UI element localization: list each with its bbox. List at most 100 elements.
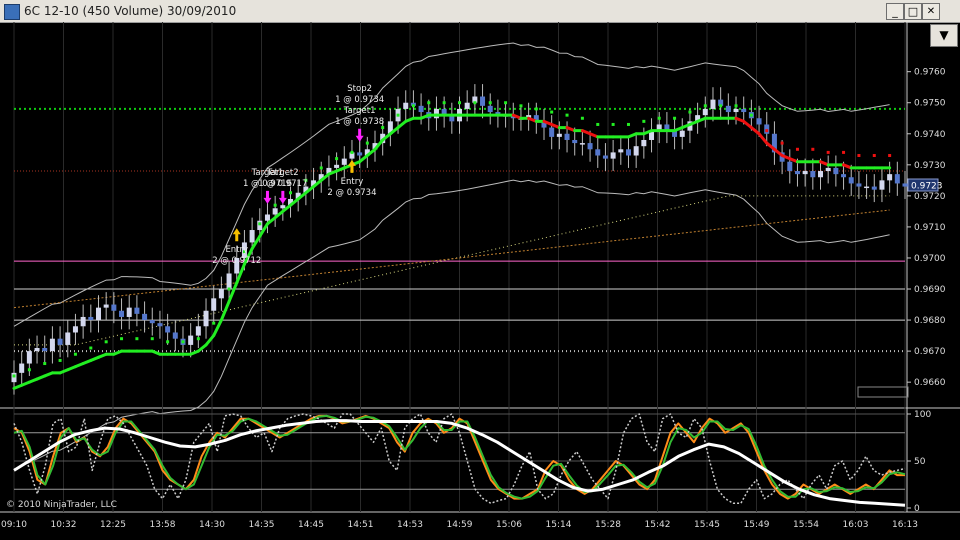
candle-body [19,363,25,373]
maximize-button[interactable]: □ [904,3,922,20]
chart-area[interactable]: 09:10 10:32 12:25 13:58 14:30 14:35 14:45 14:51… [0,22,960,540]
candle-body [487,105,493,113]
trailing-stop-dot [365,141,369,145]
candle-body [787,161,793,172]
candle-body [679,130,685,137]
x-tick-label: 14:53 [397,520,423,530]
trailing-stop-dot [642,119,646,123]
y-tick-label: 0.9660 [914,378,946,388]
trailing-stop-dot [550,110,554,114]
candle-body [334,164,340,168]
trailing-stop-dot [335,157,339,161]
trailing-stop-dot [734,104,738,108]
moving-average-segment [219,299,231,322]
x-tick-label: 14:45 [298,520,324,530]
x-tick-label: 15:45 [694,520,720,530]
trailing-stop-dot [89,346,93,350]
trailing-stop-dot [749,113,753,117]
candle-body [195,326,201,336]
y-tick-label: 0.9720 [914,192,946,202]
candle-body [810,171,816,178]
candle-body [119,310,125,317]
candle-body [618,149,624,153]
trailing-stop-dot [473,101,477,105]
candle-body [733,108,739,113]
current-price-label: 0.9723 [911,182,943,192]
candle-body [864,186,870,189]
candle-body [34,348,40,352]
candle-body [856,183,862,187]
close-button[interactable]: ✕ [922,3,940,20]
candle-body [464,102,470,109]
candle-body [556,133,562,137]
trailing-stop-dot [703,104,707,108]
candle-body [579,143,585,145]
candle-body [357,152,363,156]
trailing-stop-dot [58,358,62,362]
y-tick-label: 0.9750 [914,99,946,109]
candle-body [249,230,255,243]
candle-body [841,174,847,178]
candle-body [226,273,232,290]
moving-average-segment [757,132,769,145]
trailing-stop-dot [120,337,124,341]
minimize-button[interactable]: _ [886,3,904,20]
candle-body [794,171,800,175]
trade-label: 2 @ 0.9712 [212,256,261,266]
trailing-stop-dot [350,150,354,154]
candle-body [111,304,117,311]
candle-body [818,171,824,178]
candle-body [572,139,578,144]
candle-body [825,167,831,172]
candle-body [702,108,708,116]
trailing-stop-dot [780,141,784,145]
candle-body [26,351,32,364]
trailing-stop-dot [411,104,415,108]
x-tick-label: 14:59 [447,520,473,530]
exit-arrow [355,128,364,142]
chart-window-icon [4,4,20,20]
trade-label: 1 @ 0.9734 [335,95,384,105]
trailing-stop-dot [626,122,630,126]
trailing-stop-dot [596,122,600,126]
scale-box [857,386,909,398]
candle-body [633,146,639,156]
trade-label: 1 @ 0.9738 [335,117,384,127]
candle-body [403,102,409,109]
trailing-stop-dot [765,129,769,133]
trailing-stop-dot [442,101,446,105]
candle-body [641,139,647,147]
trade-label: Entry [341,177,364,187]
stoch-y-tick-label: 100 [914,410,931,420]
candle-body [49,338,55,352]
trailing-stop-dot [73,352,77,356]
candle-body [433,108,439,119]
candle-body [602,155,608,159]
moving-average-segment [204,334,216,347]
x-tick-label: 10:32 [51,520,77,530]
y-tick-label: 0.9690 [914,285,946,295]
candle-body [165,326,171,333]
candle-body [42,348,48,352]
candle-body [257,220,263,231]
y-tick-label: 0.9680 [914,316,946,326]
candle-body [587,143,593,150]
candle-body [741,108,747,113]
x-tick-label: 15:06 [496,520,522,530]
trailing-stop-dot [657,116,661,120]
candle-body [764,124,770,134]
upper-envelope [13,42,890,327]
y-tick-label: 0.9670 [914,347,946,357]
trailing-stop-dot [688,110,692,114]
trailing-stop-dot [842,150,846,154]
candle-body [11,372,17,383]
trailing-stop-dot [289,191,293,195]
x-tick-label: 15:42 [645,520,671,530]
trailing-stop-dot [273,203,277,207]
trade-label: 1 @ 0.9717 [258,179,307,189]
trade-label: Entry [225,245,248,255]
candle-body [72,326,78,333]
stoch-y-tick-label: 0 [914,504,920,514]
trailing-stop-dot [12,374,16,378]
stoch-y-tick-label: 50 [914,457,926,467]
